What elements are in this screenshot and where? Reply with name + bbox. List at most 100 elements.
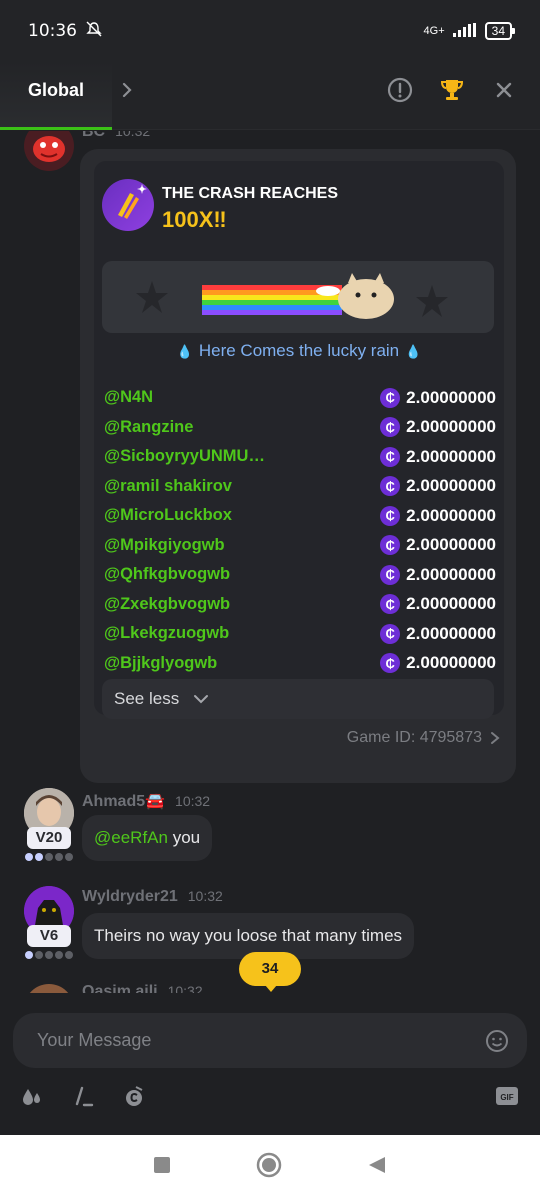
coin-icon: ₵ [380, 505, 401, 526]
vip-badge: V6 [27, 925, 71, 947]
username[interactable]: Qasim.ajli [82, 983, 158, 993]
rain-recipient-row: @Qhfkgbvogwb ₵ 2.00000000 [104, 560, 496, 590]
emoji-icon[interactable] [485, 1029, 509, 1058]
recipient-name[interactable]: @Bjjkglyogwb [104, 654, 217, 673]
recipient-name[interactable]: @ramil shakirov [104, 477, 232, 496]
recipient-name[interactable]: @Zxekgbvogwb [104, 595, 230, 614]
recipient-name[interactable]: @MicroLuckbox [104, 506, 232, 525]
recipient-amount: ₵ 2.00000000 [380, 387, 496, 408]
slash-command-icon[interactable] [72, 1085, 96, 1114]
recipient-amount: ₵ 2.00000000 [380, 417, 496, 438]
rain-recipient-row: @Rangzine ₵ 2.00000000 [104, 413, 496, 443]
rain-recipient-row: @Lkekgzuogwb ₵ 2.00000000 [104, 619, 496, 649]
home-icon[interactable] [256, 1152, 282, 1183]
recents-icon[interactable] [153, 1156, 171, 1179]
rain-recipient-row: @ramil shakirov ₵ 2.00000000 [104, 472, 496, 502]
amount-decimals: 00000000 [420, 446, 496, 466]
gif-icon[interactable]: GIF [495, 1085, 519, 1112]
recipient-amount: ₵ 2.00000000 [380, 505, 496, 526]
recipient-name[interactable]: @SicboyryyUNMU… [104, 447, 265, 466]
coin-icon: ₵ [380, 417, 401, 438]
rain-drop-icon[interactable] [20, 1085, 44, 1114]
tab-global[interactable]: Global [0, 62, 112, 130]
amount-decimals: 00000000 [420, 623, 496, 643]
rain-recipients-list: @N4N ₵ 2.00000000 @Rangzine ₵ 2.00000000 @Sicb… [104, 383, 496, 678]
battery-indicator: 34 [484, 22, 516, 40]
see-less-button[interactable]: See less [102, 679, 494, 719]
unread-count-badge[interactable]: 34 [239, 952, 301, 992]
coin-icon: ₵ [380, 564, 401, 585]
message-bubble: Theirs no way you loose that many times [82, 913, 415, 959]
message-text: Theirs no way you loose that many times [94, 926, 403, 945]
coin-icon: ₵ [380, 653, 401, 674]
message-meta: Wyldryder21 10:32 [82, 888, 223, 906]
crash-announcement-card: THE CRASH REACHES 100X‼ 💧 Here Comes the… [80, 149, 516, 783]
avatar-partial[interactable] [24, 984, 74, 993]
back-icon[interactable] [367, 1155, 387, 1180]
rain-recipient-row: @Bjjkglyogwb ₵ 2.00000000 [104, 649, 496, 679]
coin-icon: ₵ [380, 623, 401, 644]
amount-decimals: 00000000 [420, 505, 496, 525]
amount-int: 2. [406, 505, 421, 525]
amount-int: 2. [406, 623, 421, 643]
message-input[interactable]: Your Message [13, 1013, 527, 1068]
tab-global-label: Global [28, 80, 85, 100]
amount-int: 2. [406, 476, 421, 496]
recipient-amount: ₵ 2.00000000 [380, 653, 496, 674]
recipient-name[interactable]: @Rangzine [104, 418, 193, 437]
chat-feed[interactable]: BC 10:32 THE CRASH REACHES 100X‼ 💧 Here … [0, 131, 540, 993]
recipient-name[interactable]: @Lkekgzuogwb [104, 624, 229, 643]
mute-icon [85, 21, 103, 42]
crash-title: THE CRASH REACHES [162, 185, 339, 202]
composer-toolbar: GIF [0, 1085, 540, 1119]
recipient-name[interactable]: @N4N [104, 388, 153, 407]
game-id-link[interactable]: Game ID: 4795873 [347, 729, 500, 747]
coin-tip-icon[interactable] [122, 1085, 146, 1114]
amount-int: 2. [406, 594, 421, 614]
rain-recipient-row: @Mpikgiyogwb ₵ 2.00000000 [104, 531, 496, 561]
rain-recipient-row: @Zxekgbvogwb ₵ 2.00000000 [104, 590, 496, 620]
trophy-icon[interactable] [438, 76, 466, 104]
gif-label: GIF [500, 1093, 513, 1102]
status-bar: 10:36 4G+ 34 [0, 0, 540, 62]
coin-icon: ₵ [380, 476, 401, 497]
game-id-text: Game ID: 4795873 [346, 729, 482, 746]
username[interactable]: BC [82, 131, 105, 140]
rain-recipient-row: @N4N ₵ 2.00000000 [104, 383, 496, 413]
message-composer: Your Message GIF [0, 993, 540, 1135]
amount-decimals: 00000000 [420, 594, 496, 614]
chat-header: Global [0, 62, 540, 130]
droplets-icon: 💧 [176, 344, 193, 359]
crash-multiplier: 100X‼ [162, 207, 227, 232]
status-time: 10:36 [28, 21, 77, 41]
username[interactable]: Ahmad5🚘 [82, 793, 165, 810]
message-time: 10:32 [167, 983, 203, 993]
amount-int: 2. [406, 564, 421, 584]
close-icon[interactable] [490, 76, 518, 104]
message-time: 10:32 [187, 888, 223, 904]
coin-icon: ₵ [380, 387, 401, 408]
chevron-right-icon[interactable] [120, 80, 134, 106]
mention-link[interactable]: @eeRfAn [94, 828, 168, 847]
message-time: 10:32 [175, 793, 211, 809]
recipient-name[interactable]: @Mpikgiyogwb [104, 536, 225, 555]
recipient-amount: ₵ 2.00000000 [380, 535, 496, 556]
message-placeholder: Your Message [37, 1030, 152, 1050]
system-nav-bar [0, 1135, 540, 1200]
username[interactable]: Wyldryder21 [82, 888, 178, 905]
coin-icon: ₵ [380, 594, 401, 615]
coin-icon: ₵ [380, 535, 401, 556]
info-icon[interactable] [386, 76, 414, 104]
recipient-amount: ₵ 2.00000000 [380, 594, 496, 615]
recipient-name[interactable]: @Qhfkgbvogwb [104, 565, 230, 584]
recipient-amount: ₵ 2.00000000 [380, 476, 496, 497]
rain-text: Here Comes the lucky rain [198, 341, 400, 360]
message-meta: Qasim.ajli 10:32 [82, 983, 203, 993]
avatar-bc[interactable] [24, 131, 74, 171]
amount-int: 2. [406, 535, 421, 555]
message-text: you [167, 828, 201, 847]
message-time: 10:32 [115, 131, 151, 139]
rain-recipient-row: @MicroLuckbox ₵ 2.00000000 [104, 501, 496, 531]
amount-int: 2. [406, 653, 421, 673]
amount-decimals: 00000000 [420, 417, 496, 437]
